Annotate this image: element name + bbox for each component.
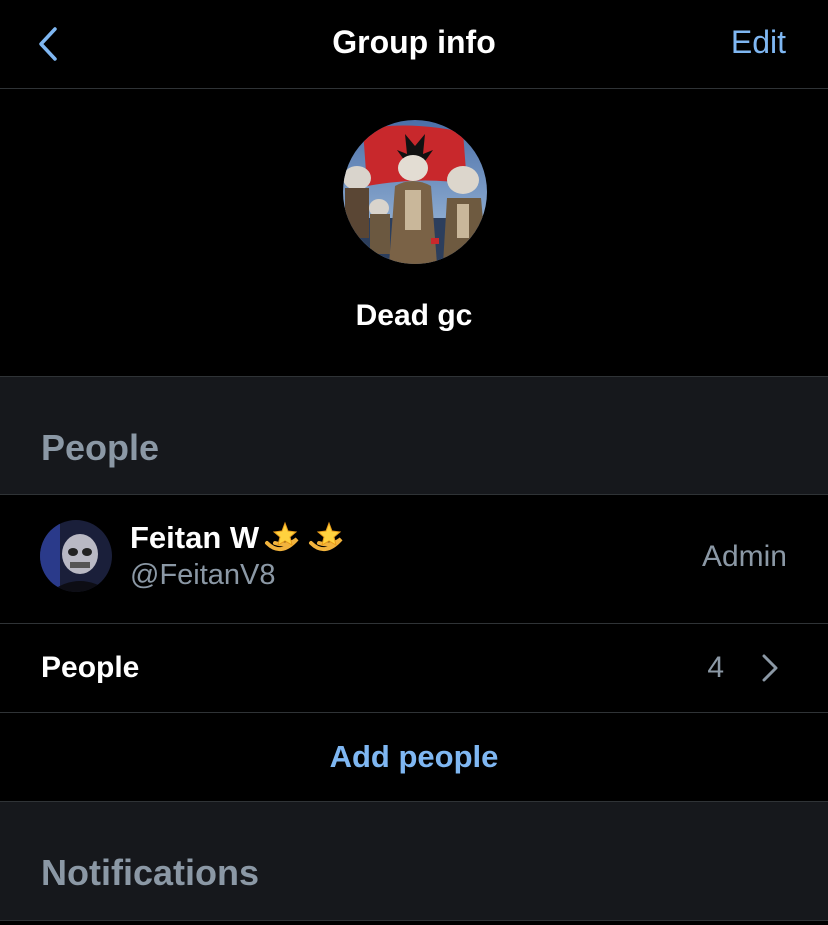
people-section-title: People xyxy=(41,427,160,468)
dizzy-star-icon xyxy=(265,521,299,551)
group-avatar-image xyxy=(343,120,487,264)
add-people-row[interactable]: Add people xyxy=(0,713,828,802)
member-row[interactable]: Feitan W @FeitanV8 Admin xyxy=(0,495,828,624)
people-list-row[interactable]: People 4 xyxy=(0,624,828,713)
dizzy-star-icon xyxy=(309,521,343,551)
page-title: Group info xyxy=(332,24,496,60)
people-count: 4 xyxy=(707,651,724,684)
chevron-right-icon xyxy=(762,654,778,682)
member-role-badge: Admin xyxy=(701,540,787,573)
navigation-bar: Group info Edit xyxy=(0,0,828,89)
edit-button[interactable]: Edit xyxy=(731,24,786,61)
member-display-name: Feitan W xyxy=(130,520,260,555)
group-avatar[interactable] xyxy=(343,120,487,264)
add-people-button[interactable]: Add people xyxy=(0,739,828,775)
member-handle: @FeitanV8 xyxy=(130,559,276,591)
member-avatar-image xyxy=(40,520,112,592)
notifications-section-title: Notifications xyxy=(41,852,260,893)
member-name: Feitan W xyxy=(130,517,347,559)
group-name: Dead gc xyxy=(355,299,473,332)
avatar xyxy=(40,520,112,592)
group-header: Dead gc xyxy=(0,89,828,377)
people-section-header: People xyxy=(0,377,828,495)
notifications-section-header: Notifications xyxy=(0,802,828,921)
people-row-label: People xyxy=(41,651,140,684)
